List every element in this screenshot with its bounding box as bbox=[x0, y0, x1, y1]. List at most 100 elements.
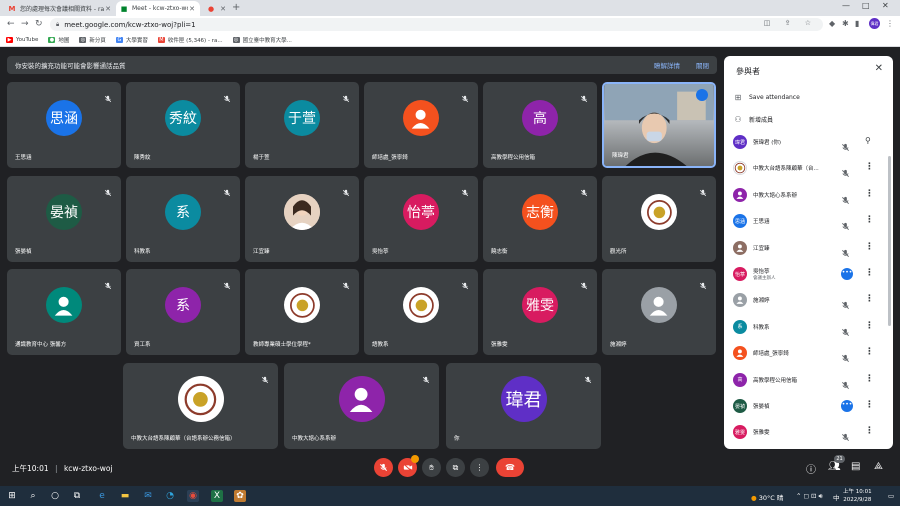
more-options-icon[interactable]: ⋮ bbox=[865, 268, 874, 278]
app-icon[interactable]: ✿ bbox=[234, 490, 246, 502]
dismiss-link[interactable]: 關閉 bbox=[696, 60, 709, 70]
participant-tile[interactable]: 通識教育中心 張馨方 bbox=[7, 269, 121, 355]
leave-call-button[interactable]: ☎ bbox=[496, 458, 524, 477]
participant-tile[interactable]: 觀光所 bbox=[602, 176, 716, 262]
bookmark-inbox[interactable]: M 收件匣 (5,346) - ra... bbox=[157, 36, 223, 44]
participant-tile[interactable]: 秀紋 陳秀紋 bbox=[126, 82, 240, 168]
bookmark-youtube[interactable]: ▶ YouTube bbox=[6, 36, 38, 43]
participant-row[interactable]: 高 高教學程公用信箱 ⋮ bbox=[724, 368, 893, 394]
participant-row[interactable]: 江宜臻 ⋮ bbox=[724, 236, 893, 262]
more-options-icon[interactable]: ⋮ bbox=[865, 400, 874, 410]
participant-tile[interactable]: 師培處_張寧錡 bbox=[364, 82, 478, 168]
extension-icon[interactable]: ◆ bbox=[829, 19, 835, 28]
participant-tile[interactable]: 系科教系 bbox=[126, 176, 240, 262]
address-bar[interactable]: 🔒︎ meet.google.com/kcw-ztxo-woj?pli=1 ◫ … bbox=[50, 18, 823, 31]
participant-tile[interactable]: 于萱 楊于萱 bbox=[245, 82, 359, 168]
task-view-icon[interactable]: ⧉ bbox=[71, 490, 83, 502]
raise-hand-button[interactable]: ✋︎ bbox=[422, 458, 441, 477]
participant-tile[interactable]: 教師專業碩士學位學程* bbox=[245, 269, 359, 355]
participant-tile[interactable]: 雅雯 張雅雯 bbox=[483, 269, 597, 355]
close-icon[interactable]: ✕ bbox=[875, 63, 883, 74]
windows-start-icon[interactable]: ⊞ bbox=[6, 490, 18, 502]
more-options-icon[interactable]: ⋮ bbox=[865, 374, 874, 384]
participant-tile[interactable]: 志衡 饒志衡 bbox=[483, 176, 597, 262]
participant-row[interactable]: 晏禎 張晏禎 ••• ⋮ bbox=[724, 394, 893, 420]
participant-tile[interactable]: 陳瑋君 bbox=[602, 82, 716, 168]
side-panel-icon[interactable]: ▮ bbox=[855, 19, 859, 28]
present-button[interactable]: ⧉ bbox=[446, 458, 465, 477]
edge-new-icon[interactable]: ◔ bbox=[164, 490, 176, 502]
cortana-icon[interactable]: ○ bbox=[49, 490, 61, 502]
participant-row[interactable]: 雅雯 張雅雯 ⋮ bbox=[724, 420, 893, 446]
back-icon[interactable]: ← bbox=[7, 19, 15, 29]
mail-icon[interactable]: ✉ bbox=[142, 490, 154, 502]
panel-scrollbar[interactable] bbox=[888, 156, 891, 326]
more-options-icon[interactable]: ⋮ bbox=[865, 321, 874, 331]
reload-icon[interactable]: ↻ bbox=[35, 19, 43, 29]
participant-row[interactable]: 中教大諮心系系辦 ⋮ bbox=[724, 183, 893, 209]
tab-gmail[interactable]: M 您的處理每次會議相關資料 - ra... ✕ bbox=[4, 1, 116, 16]
tray-icons[interactable]: ⌃ ◻ ⊡ 🔊︎ bbox=[796, 492, 823, 501]
close-tab-icon[interactable]: ✕ bbox=[104, 5, 112, 13]
bookmark-newtab[interactable]: ◎ 新分頁 bbox=[79, 36, 106, 44]
save-attendance-button[interactable]: ⊞ Save attendance bbox=[733, 93, 800, 102]
chrome-icon[interactable]: ◉ bbox=[187, 490, 199, 502]
participant-row[interactable]: 師培處_張寧錡 ⋮ bbox=[724, 341, 893, 367]
more-options-icon[interactable]: ⋮ bbox=[865, 347, 874, 357]
extensions-puzzle-icon[interactable]: ✱ bbox=[842, 19, 849, 28]
participant-tile[interactable]: 思涵 王思涵 bbox=[7, 82, 121, 168]
participant-row[interactable]: 施湘婷 ⋮ bbox=[724, 288, 893, 314]
more-options-icon[interactable]: ⋮ bbox=[865, 426, 874, 436]
participant-tile[interactable]: 系資工系 bbox=[126, 269, 240, 355]
ime-indicator[interactable]: 中 bbox=[833, 492, 840, 502]
bookmark-internship[interactable]: G 大學實習 bbox=[115, 36, 148, 44]
bookmark-university[interactable]: ◎ 國立臺中教育大學... bbox=[232, 36, 292, 44]
new-tab-icon[interactable]: + bbox=[232, 2, 240, 13]
activities-icon[interactable]: ⟁ bbox=[874, 461, 883, 472]
weather[interactable]: ● 30°C 晴 bbox=[751, 492, 783, 502]
edge-icon[interactable]: e bbox=[96, 490, 108, 502]
notification-icon[interactable]: ▭ bbox=[888, 492, 894, 500]
participant-tile[interactable]: 中教大台語系陳顧華（台語系辦公務信箱） bbox=[123, 363, 278, 449]
participant-row[interactable]: 瑋君 張瑋君 (你) ⚲ bbox=[724, 130, 893, 156]
chat-icon[interactable]: ▤ bbox=[851, 461, 860, 472]
minimize-icon[interactable]: — bbox=[842, 1, 850, 10]
menu-icon[interactable]: ⋮ bbox=[886, 19, 894, 28]
excel-icon[interactable]: X bbox=[211, 490, 223, 502]
pin-icon[interactable]: ⚲ bbox=[865, 136, 871, 145]
participant-row[interactable]: 系 科教系 ⋮ bbox=[724, 315, 893, 341]
close-window-icon[interactable]: ✕ bbox=[882, 1, 889, 10]
more-options-button[interactable]: ⋮ bbox=[470, 458, 489, 477]
bookmark-maps[interactable]: ● 地圖 bbox=[48, 36, 69, 44]
tab-meet[interactable]: ■ Meet - kcw-ztxo-woj ✕ bbox=[116, 1, 200, 16]
more-options-icon[interactable]: ⋮ bbox=[865, 189, 874, 199]
info-icon[interactable]: ⓘ bbox=[806, 461, 816, 476]
close-tab-icon[interactable]: ✕ bbox=[188, 5, 196, 13]
participant-row[interactable]: 中教大台語系陳顧華（台... ⋮ bbox=[724, 156, 893, 182]
add-people-button[interactable]: ⚇ 新增成員 bbox=[733, 115, 773, 124]
profile-avatar[interactable]: 偉君 bbox=[869, 18, 880, 29]
file-explorer-icon[interactable]: ▬ bbox=[119, 490, 131, 502]
participant-tile[interactable]: 中教大諮心系系辦 bbox=[284, 363, 439, 449]
learn-more-link[interactable]: 瞭解詳情 bbox=[654, 60, 680, 70]
participant-tile[interactable]: 晏禎 張晏禎 bbox=[7, 176, 121, 262]
participant-tile[interactable]: 江宜臻 bbox=[245, 176, 359, 262]
more-options-icon[interactable]: ⋮ bbox=[865, 242, 874, 252]
omnibox-actions[interactable]: ◫ ⇪ ☆ bbox=[764, 19, 817, 27]
taskbar-clock[interactable]: 上午 10:01 2022/9/28 bbox=[843, 488, 872, 504]
more-options-icon[interactable]: ⋮ bbox=[865, 294, 874, 304]
participant-row[interactable]: 思涵 王思涵 ⋮ bbox=[724, 209, 893, 235]
participant-row[interactable]: 怡葶 吳怡葶 會議主辦人 ••• ⋮ bbox=[724, 262, 893, 288]
more-options-icon[interactable]: ⋮ bbox=[865, 215, 874, 225]
tab-recording[interactable]: ● ✕ bbox=[203, 1, 227, 16]
mic-off-button[interactable] bbox=[374, 458, 393, 477]
participant-tile[interactable]: 施湘婷 bbox=[602, 269, 716, 355]
participant-tile[interactable]: 瑋君你 bbox=[446, 363, 601, 449]
camera-off-button[interactable] bbox=[398, 455, 419, 477]
participant-tile[interactable]: 語教系 bbox=[364, 269, 478, 355]
forward-icon[interactable]: → bbox=[21, 19, 29, 29]
participant-tile[interactable]: 高高教學程公用信箱 bbox=[483, 82, 597, 168]
participant-tile[interactable]: 怡葶 吳怡葶 bbox=[364, 176, 478, 262]
search-icon[interactable]: ⌕ bbox=[27, 490, 39, 502]
maximize-icon[interactable]: □ bbox=[862, 1, 870, 10]
